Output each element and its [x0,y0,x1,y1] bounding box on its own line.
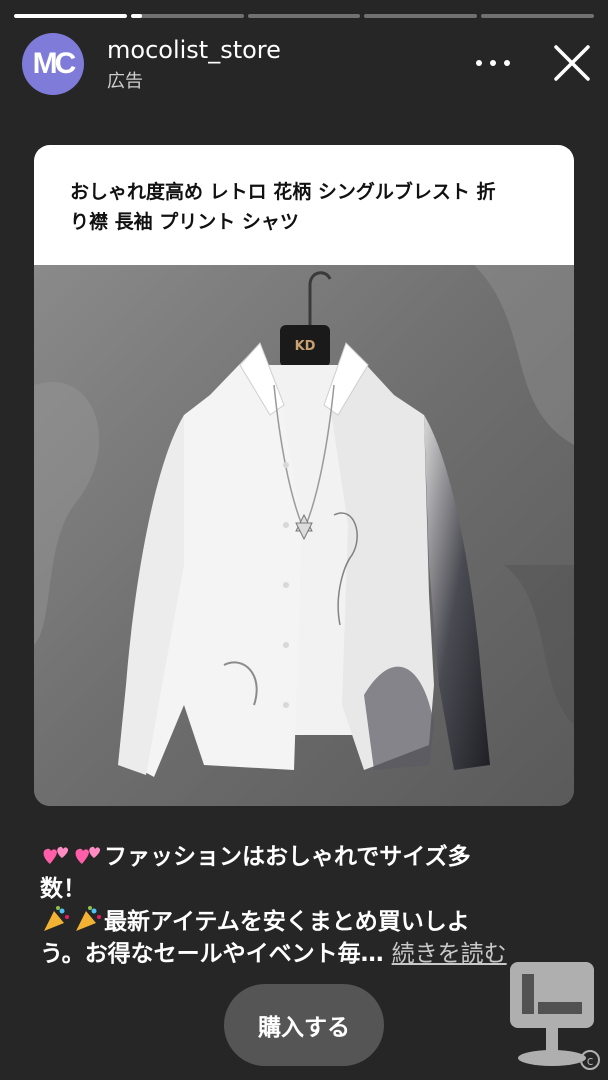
more-options-icon[interactable] [476,53,510,73]
product-title-line: り襟 長袖 プリント シャツ [70,211,299,233]
progress-segment [364,14,478,18]
story-header: MC mocolist_store 広告 [22,33,592,97]
story-progress-bar [14,14,594,18]
product-card[interactable]: おしゃれ度高め レトロ 花柄 シングルブレスト 折 り襟 長袖 プリント シャツ… [34,145,574,806]
caption-line: 最新アイテムを安くまとめ買いしよ [40,905,570,938]
caption-text: 最新アイテムを安くまとめ買いしよ [104,909,470,935]
sponsored-label: 広告 [107,71,143,92]
svg-text:c: c [587,1054,594,1068]
product-title-line: おしゃれ度高め レトロ 花柄 シングルブレスト 折 [70,181,496,203]
progress-segment [247,14,361,18]
ad-caption: ファッションはおしゃれでサイズ多 数！ 最新アイテムを安くまとめ買いしよ う。お… [40,840,570,970]
sparkling-hearts-icon [75,846,101,864]
caption-text: 数！ [40,876,86,902]
product-title: おしゃれ度高め レトロ 花柄 シングルブレスト 折 り襟 長袖 プリント シャツ [70,177,538,237]
caption-text: う。お得なセールやイベント毎… [40,941,384,967]
party-popper-icon [76,906,101,931]
progress-segment [130,14,244,18]
progress-segment [481,14,594,18]
read-more-link[interactable]: 続きを読む [392,941,507,967]
caption-text: ファッションはおしゃれでサイズ多 [104,844,471,870]
avatar[interactable]: MC [22,33,84,95]
avatar-initials: MC [32,47,77,80]
close-icon[interactable] [552,43,592,83]
caption-line: う。お得なセールやイベント毎… 続きを読む [40,938,570,970]
sparkling-hearts-icon [43,846,69,864]
progress-segment [14,14,127,18]
party-popper-icon [44,906,69,931]
watermark-logo-icon: c [510,962,600,1070]
product-image: KD [34,265,574,806]
caption-line: ファッションはおしゃれでサイズ多 [40,840,570,873]
product-title-box: おしゃれ度高め レトロ 花柄 シングルブレスト 折 り襟 長袖 プリント シャツ [34,145,574,265]
username[interactable]: mocolist_store [107,36,281,64]
buy-button[interactable]: 購入する [224,984,384,1066]
hanger-tag-label: KD [295,339,316,354]
